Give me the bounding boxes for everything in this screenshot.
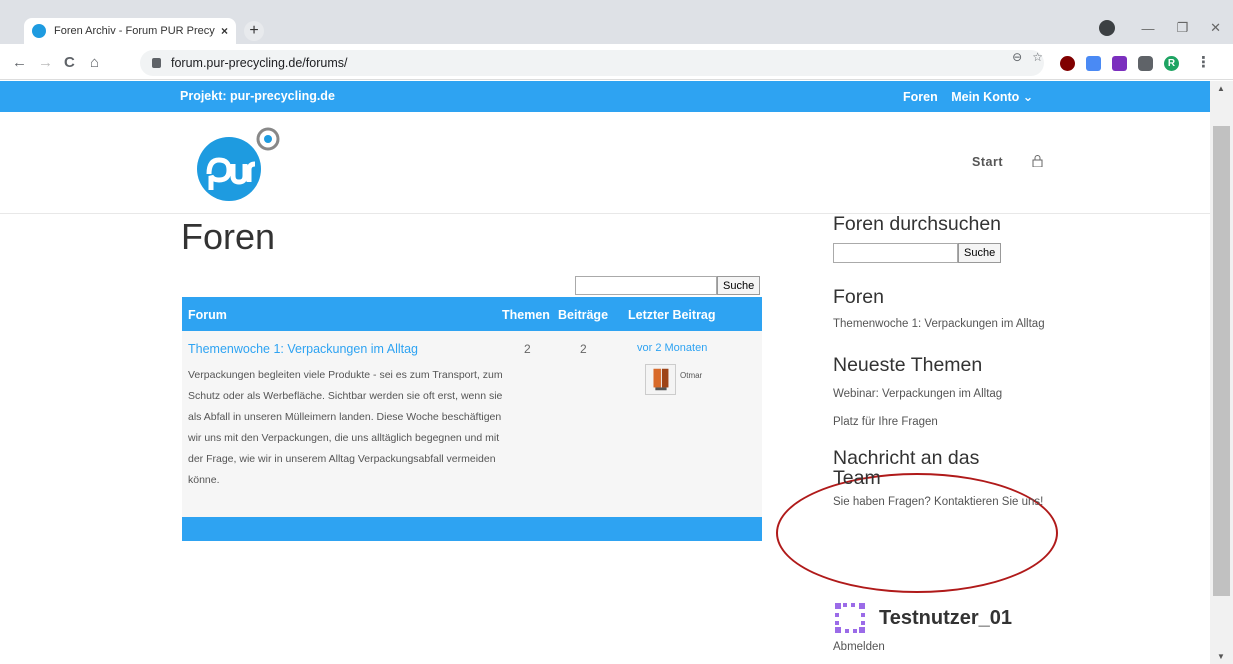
table-row: Themenwoche 1: Verpackungen im Alltag Ve… (182, 331, 762, 517)
forward-icon[interactable]: → (38, 54, 53, 71)
sidebar-search: Suche (833, 243, 1063, 263)
scroll-up-icon[interactable]: ▲ (1217, 84, 1225, 93)
zoom-icon[interactable]: ⊖ (1012, 50, 1022, 64)
url-text: forum.pur-precycling.de/forums/ (171, 56, 348, 70)
browser-tab[interactable]: Foren Archiv - Forum PUR Precyc × (24, 18, 236, 44)
forum-search-button[interactable]: Suche (717, 276, 761, 295)
menu-account[interactable]: Mein Konto ⌄ (951, 90, 1033, 104)
forum-search: Suche (575, 276, 761, 295)
sidebar-contact-link[interactable]: Sie haben Fragen? Kontaktieren Sie uns! (833, 492, 1048, 513)
lock-icon (152, 58, 161, 68)
forum-table: Forum Themen Beiträge Letzter Beitrag Th… (182, 297, 762, 541)
col-posts: Beiträge (558, 308, 609, 322)
extensions-puzzle-icon[interactable] (1138, 56, 1153, 71)
tab-title: Foren Archiv - Forum PUR Precyc (54, 25, 215, 37)
profile-avatar[interactable]: R (1164, 56, 1179, 71)
reload-icon[interactable]: C (64, 54, 75, 71)
window-controls: — ❐ ✕ (1099, 20, 1221, 36)
profile-menu-icon[interactable] (1099, 20, 1116, 36)
author-name[interactable]: Otmar (680, 371, 702, 380)
docs-extension-icon[interactable] (1086, 56, 1101, 71)
pur-logo[interactable] (189, 124, 284, 202)
nav-start[interactable]: Start (972, 155, 1003, 169)
post-count: 2 (580, 342, 587, 356)
site-header: Start (0, 112, 1210, 214)
username[interactable]: Testnutzer_01 (879, 607, 1012, 630)
forum-description: Verpackungen begleiten viele Produkte - … (188, 369, 503, 486)
ublock-extension-icon[interactable] (1060, 56, 1075, 71)
new-tab-button[interactable]: + (244, 21, 264, 41)
sidebar-contact-title: Nachricht an das Team (833, 447, 980, 489)
newest-topic-link[interactable]: Platz für Ihre Fragen (833, 412, 1063, 433)
user-widget: Testnutzer_01 (833, 601, 1012, 635)
menu-forums[interactable]: Foren (903, 90, 938, 104)
browser-menu-icon[interactable]: ⋮ (1196, 53, 1211, 71)
minimize-icon[interactable]: — (1141, 21, 1154, 36)
page-content: Projekt: pur-precycling.de Foren Mein Ko… (0, 81, 1210, 664)
page-title: Foren (181, 216, 276, 257)
bookmark-star-icon[interactable]: ☆ (1032, 50, 1043, 64)
browser-tab-bar: Foren Archiv - Forum PUR Precyc × + — ❐ … (0, 0, 1233, 44)
site-favicon-icon (32, 24, 46, 38)
sidebar-search-button[interactable]: Suche (958, 243, 1002, 263)
restore-icon[interactable]: ❐ (1176, 20, 1188, 36)
scroll-down-icon[interactable]: ▼ (1217, 652, 1225, 661)
sidebar-forums-title: Foren (833, 286, 884, 308)
home-icon[interactable]: ⌂ (90, 54, 99, 71)
sidebar-newest-title: Neueste Themen (833, 354, 983, 376)
newest-topic-link[interactable]: Webinar: Verpackungen im Alltag (833, 384, 1063, 405)
forum-search-input[interactable] (575, 276, 717, 295)
back-icon[interactable]: ← (12, 54, 27, 71)
scrollbar-thumb[interactable] (1213, 126, 1230, 596)
site-top-bar: Projekt: pur-precycling.de Foren Mein Ko… (0, 81, 1210, 112)
project-link[interactable]: Projekt: pur-precycling.de (180, 89, 335, 103)
sidebar: Foren durchsuchen Suche Foren Themenwoch… (833, 214, 1063, 513)
topic-count: 2 (524, 342, 531, 356)
col-forum: Forum (188, 308, 227, 322)
onenote-extension-icon[interactable] (1112, 56, 1127, 71)
author-avatar[interactable] (645, 364, 676, 395)
page-scrollbar[interactable]: ▲ ▼ (1210, 81, 1233, 664)
col-topics: Themen (502, 308, 550, 322)
browser-toolbar: ← → C ⌂ forum.pur-precycling.de/forums/ … (0, 44, 1233, 80)
sidebar-search-input[interactable] (833, 243, 958, 263)
login-lock-icon[interactable] (1032, 155, 1043, 167)
top-menu: Foren Mein Konto ⌄ (903, 89, 1043, 104)
forum-table-header: Forum Themen Beiträge Letzter Beitrag (182, 297, 762, 331)
user-avatar[interactable] (833, 601, 867, 635)
sidebar-search-title: Foren durchsuchen (833, 213, 1002, 235)
last-post-link[interactable]: vor 2 Monaten (637, 342, 707, 354)
forum-title-link[interactable]: Themenwoche 1: Verpackungen im Alltag (188, 342, 418, 356)
window-close-icon[interactable]: ✕ (1210, 20, 1221, 36)
forum-table-footer (182, 517, 762, 541)
sidebar-forum-link[interactable]: Themenwoche 1: Verpackungen im Alltag (833, 314, 1063, 335)
logout-link[interactable]: Abmelden (833, 641, 885, 653)
address-bar-actions: ⊖ ☆ (1012, 50, 1043, 64)
address-bar[interactable]: forum.pur-precycling.de/forums/ (140, 50, 1044, 76)
tab-close-icon[interactable]: × (221, 24, 228, 38)
col-last-post: Letzter Beitrag (628, 308, 716, 322)
